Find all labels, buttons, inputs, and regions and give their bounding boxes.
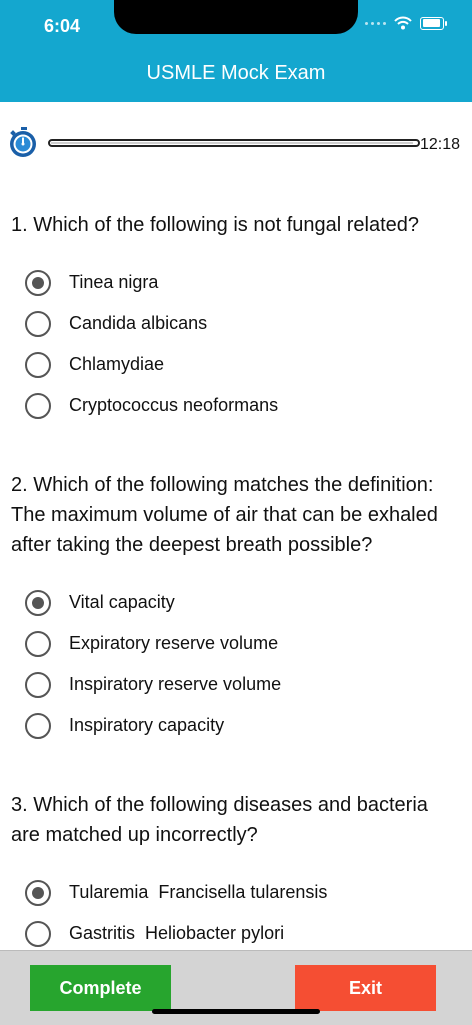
home-indicator[interactable] [152, 1009, 320, 1014]
battery-icon [420, 16, 447, 30]
question: 2. Which of the following matches the de… [11, 470, 460, 746]
status-icons [365, 16, 447, 30]
radio-button[interactable] [25, 920, 51, 947]
complete-button[interactable]: Complete [30, 965, 171, 1011]
answer-option[interactable]: Candida albicans [25, 303, 460, 344]
option-label: Inspiratory reserve volume [69, 674, 282, 694]
question: 1. Which of the following is not fungal … [11, 210, 460, 426]
option-label: Vital capacity [69, 592, 175, 612]
option-label: Gastritis Heliobacter pylori [69, 923, 285, 943]
answer-option[interactable]: Inspiratory capacity [25, 705, 460, 746]
radio-button-selected[interactable] [25, 269, 51, 296]
option-label: Tularemia Francisella tularensis [69, 882, 328, 902]
radio-button[interactable] [25, 712, 51, 739]
stopwatch-icon [10, 127, 36, 157]
radio-button-selected[interactable] [25, 879, 51, 906]
time-progress-bar [48, 139, 420, 147]
radio-button[interactable] [25, 351, 51, 378]
option-label: Tinea nigra [69, 272, 159, 292]
answer-option[interactable]: Cryptococcus neoformans [25, 385, 460, 426]
radio-button[interactable] [25, 392, 51, 419]
answer-option[interactable]: Chlamydiae [25, 344, 460, 385]
question-text: 3. Which of the following diseases and b… [11, 794, 428, 846]
option-label: Candida albicans [69, 313, 208, 333]
radio-button[interactable] [25, 310, 51, 337]
time-progress-fill [51, 142, 414, 144]
app-header: 6:04 USMLE Mock Exam [0, 0, 472, 102]
bottom-toolbar: Complete Exit [0, 950, 472, 1025]
answer-option[interactable]: Expiratory reserve volume [25, 623, 460, 664]
question: 3. Which of the following diseases and b… [11, 790, 460, 948]
question-text: 1. Which of the following is not fungal … [11, 214, 420, 236]
exam-timer: 12:18 [8, 126, 464, 162]
option-label: Inspiratory capacity [69, 715, 225, 735]
status-time: 6:04 [44, 16, 81, 36]
answer-option[interactable]: Tinea nigra [25, 262, 460, 303]
signal-icon [365, 21, 386, 25]
option-label: Expiratory reserve volume [69, 633, 279, 653]
exit-button[interactable]: Exit [295, 965, 436, 1011]
option-label: Cryptococcus neoformans [69, 395, 279, 415]
answer-option[interactable]: Inspiratory reserve volume [25, 664, 460, 705]
question-text: 2. Which of the following matches the de… [11, 474, 438, 556]
answer-option[interactable]: Tularemia Francisella tularensis [25, 872, 460, 913]
answer-option[interactable]: Vital capacity [25, 582, 460, 623]
page-title: USMLE Mock Exam [146, 62, 326, 84]
radio-button[interactable] [25, 671, 51, 698]
device-notch [114, 0, 358, 34]
answer-option[interactable]: Gastritis Heliobacter pylori [25, 913, 460, 948]
radio-button-selected[interactable] [25, 589, 51, 616]
wifi-icon [394, 16, 412, 30]
question-list[interactable]: 1. Which of the following is not fungal … [0, 200, 472, 948]
radio-button[interactable] [25, 630, 51, 657]
time-remaining: 12:18 [419, 136, 460, 153]
option-label: Chlamydiae [69, 354, 165, 374]
